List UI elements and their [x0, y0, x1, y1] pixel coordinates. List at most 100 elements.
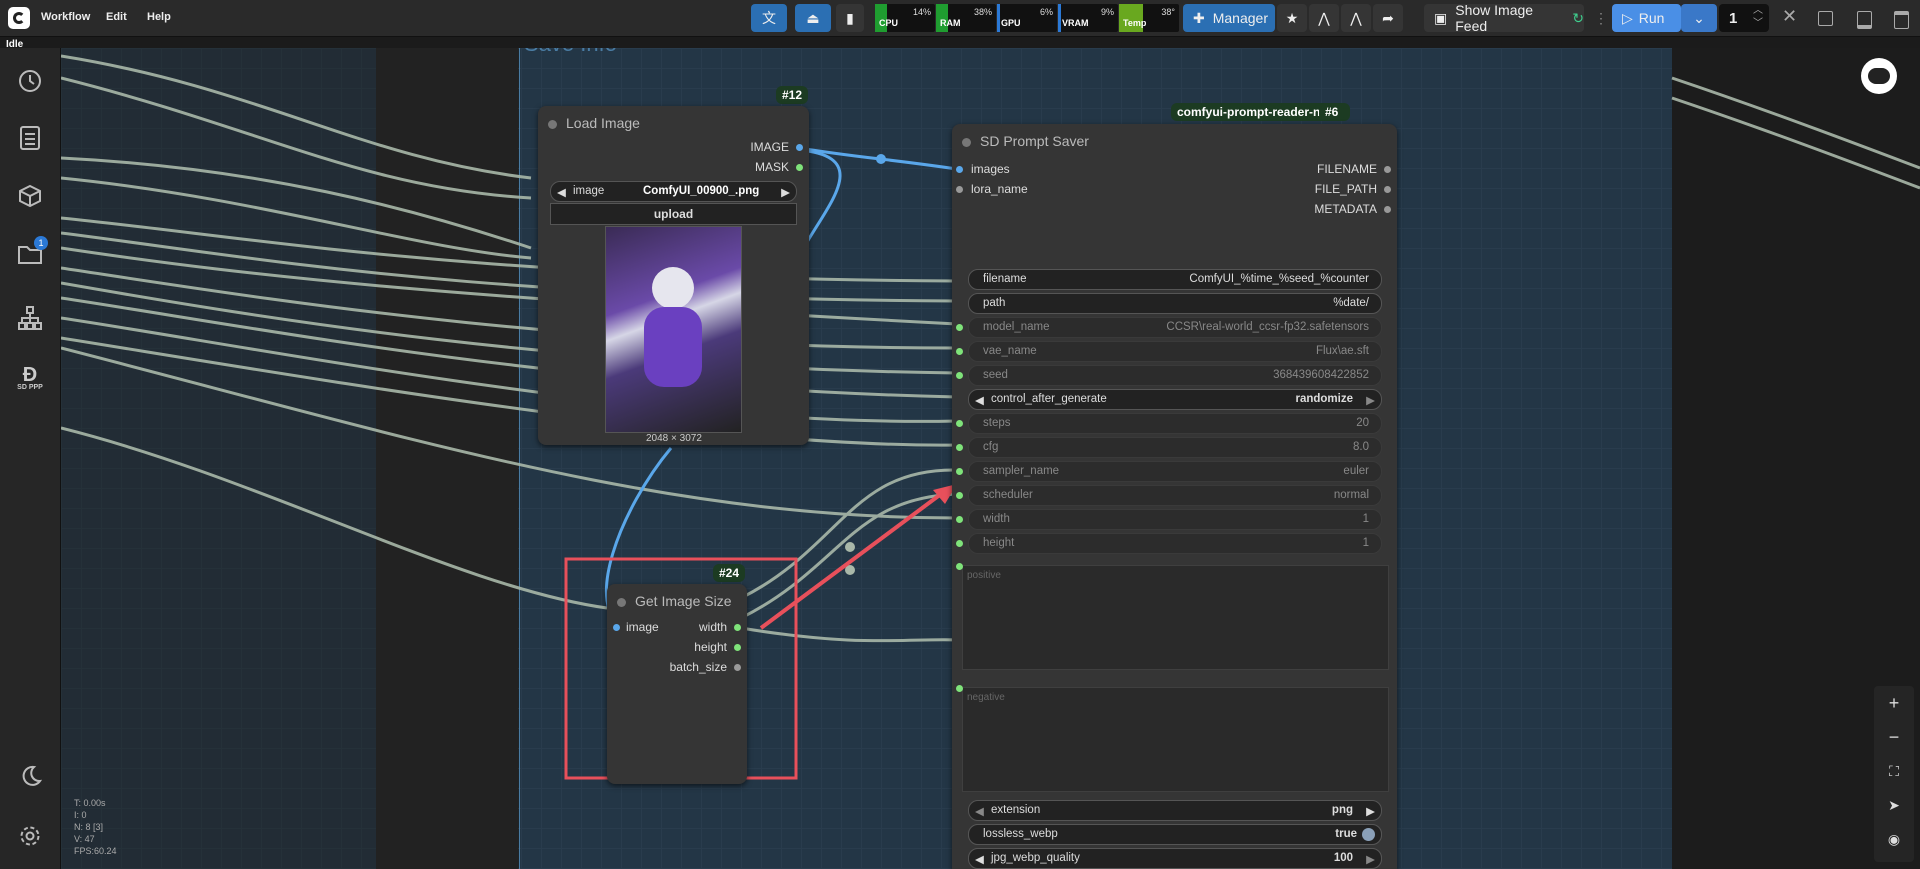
theme-toggle-icon[interactable]	[14, 760, 46, 792]
input-width-port[interactable]	[956, 516, 963, 523]
input-sampler-name-port[interactable]	[956, 468, 963, 475]
menu-edit[interactable]: Edit	[106, 11, 127, 23]
input-steps-port[interactable]	[956, 420, 963, 427]
output-filename-port[interactable]	[1384, 166, 1391, 173]
upload-button[interactable]: upload	[550, 203, 797, 225]
node-sd-prompt-saver[interactable]: SD Prompt Saver images lora_name FILENAM…	[952, 124, 1397, 869]
widget-cfg[interactable]: cfg 8.0	[956, 437, 1382, 458]
node-get-image-size[interactable]: Get Image Size image width height batch_…	[607, 584, 747, 784]
input-model-name-port[interactable]	[956, 324, 963, 331]
stepper-arrows-icon[interactable]: ︿ ﹀	[1753, 4, 1763, 30]
chevron-right-icon[interactable]: ▶	[1366, 852, 1375, 866]
manager-button[interactable]: ✚ Manager	[1183, 4, 1275, 32]
widget-control-after-generate[interactable]: ◀ control_after_generate randomize ▶	[968, 389, 1382, 410]
node-library-icon[interactable]	[14, 180, 46, 212]
negative-prompt-textarea[interactable]: negative	[956, 685, 1389, 792]
drag-handle-icon[interactable]: ⋮	[1594, 10, 1608, 27]
assistant-avatar-button[interactable]	[1861, 58, 1897, 94]
queue-count-stepper[interactable]: 1 ︿ ﹀	[1719, 4, 1769, 32]
graph-canvas[interactable]: Save Info	[61, 48, 1920, 869]
model-manager-button[interactable]: ⋀	[1341, 4, 1371, 32]
sdppp-button[interactable]: Ð SD PPP	[14, 362, 46, 394]
input-images-port[interactable]	[956, 166, 963, 173]
widget-scheduler[interactable]: scheduler normal	[956, 485, 1382, 506]
input-seed-port[interactable]	[956, 372, 963, 379]
image-selector-value: ComfyUI_00900_.png	[643, 185, 760, 197]
output-width-port[interactable]	[734, 624, 741, 631]
widget-vae-name[interactable]: vae_name Flux\ae.sft	[956, 341, 1382, 362]
input-height-port[interactable]	[956, 540, 963, 547]
widget-height[interactable]: height 1	[956, 533, 1382, 554]
model-library-icon[interactable]	[14, 302, 46, 334]
model-button[interactable]: ⋀	[1309, 4, 1339, 32]
node-title[interactable]: Get Image Size	[635, 593, 732, 609]
widget-path[interactable]: path %date/	[968, 293, 1382, 314]
input-negative-port[interactable]	[956, 685, 963, 692]
toggle-knob[interactable]	[1362, 828, 1375, 841]
output-mask-port[interactable]	[796, 164, 803, 171]
settings-gear-icon[interactable]	[14, 820, 46, 852]
node-title[interactable]: SD Prompt Saver	[980, 133, 1089, 149]
node-collapse-dot[interactable]	[617, 598, 626, 607]
output-height-port[interactable]	[734, 644, 741, 651]
focus-mode-icon[interactable]	[1818, 11, 1833, 26]
run-button[interactable]: ▷ Run	[1612, 4, 1681, 32]
widget-extension[interactable]: ◀ extension png ▶	[968, 800, 1382, 821]
clear-queue-icon[interactable]: ✕	[1782, 6, 1797, 27]
widget-lossless-webp[interactable]: lossless_webp true	[968, 824, 1382, 845]
chevron-left-icon[interactable]: ◀	[975, 852, 984, 866]
widget-seed[interactable]: seed 368439608422852	[956, 365, 1382, 386]
input-cfg-port[interactable]	[956, 444, 963, 451]
input-scheduler-port[interactable]	[956, 492, 963, 499]
image-selector[interactable]: ◀ image ComfyUI_00900_.png ▶	[550, 181, 797, 202]
bookmark-button[interactable]: ▮	[836, 4, 864, 32]
chevron-left-icon[interactable]: ◀	[557, 185, 566, 199]
output-image-port[interactable]	[796, 144, 803, 151]
history-icon[interactable]	[14, 65, 46, 97]
node-collapse-dot[interactable]	[548, 120, 557, 129]
crystools-button[interactable]: ⏏	[795, 4, 831, 32]
widget-steps[interactable]: steps 20	[956, 413, 1382, 434]
chevron-right-icon[interactable]: ▶	[781, 185, 790, 199]
node-title[interactable]: Load Image	[566, 115, 640, 131]
show-image-feed-button[interactable]: ▣ Show Image Feed ↻	[1424, 2, 1584, 34]
zoom-in-icon[interactable]: +	[1874, 686, 1914, 720]
positive-prompt-textarea[interactable]: positive	[956, 563, 1389, 670]
input-positive-port[interactable]	[956, 563, 963, 570]
menu-workflow[interactable]: Workflow	[41, 11, 90, 23]
zoom-out-icon[interactable]: −	[1874, 720, 1914, 754]
queue-icon[interactable]	[14, 122, 46, 154]
node-collapse-dot[interactable]	[962, 138, 971, 147]
chevron-right-icon[interactable]: ▶	[1366, 393, 1375, 407]
comfyui-logo-icon[interactable]	[8, 7, 30, 29]
run-options-button[interactable]: ⌄	[1681, 4, 1717, 32]
menu-help[interactable]: Help	[147, 11, 171, 23]
output-metadata-port[interactable]	[1384, 206, 1391, 213]
output-file-path-port[interactable]	[1384, 186, 1391, 193]
input-vae-name-port[interactable]	[956, 348, 963, 355]
widget-sampler-name[interactable]: sampler_name euler	[956, 461, 1382, 482]
input-lora-name-port[interactable]	[956, 186, 963, 193]
input-image-port[interactable]	[613, 624, 620, 631]
output-batch-size-port[interactable]	[734, 664, 741, 671]
panel-toggle-icon[interactable]	[1894, 11, 1909, 29]
share-button[interactable]: ➦	[1373, 4, 1403, 32]
widget-path-label: path	[983, 297, 1006, 309]
pan-mode-icon[interactable]: ➤	[1874, 788, 1914, 822]
translate-button[interactable]: 文	[751, 4, 787, 32]
favorites-button[interactable]: ★	[1277, 4, 1307, 32]
node-load-image[interactable]: Load Image IMAGE MASK ◀ image ComfyUI_00…	[538, 106, 809, 445]
widget-width[interactable]: width 1	[956, 509, 1382, 530]
chevron-right-icon[interactable]: ▶	[1366, 804, 1375, 818]
widget-jpg-webp-quality[interactable]: ◀ jpg_webp_quality 100 ▶	[968, 848, 1382, 869]
widget-filename[interactable]: filename ComfyUI_%time_%seed_%counter	[968, 269, 1382, 290]
widget-model-name[interactable]: model_name CCSR\real-world_ccsr-fp32.saf…	[956, 317, 1382, 338]
output-file-path-label: FILE_PATH	[1314, 182, 1377, 196]
bottom-panel-icon[interactable]	[1857, 11, 1872, 29]
fit-view-icon[interactable]: ⛶	[1874, 754, 1914, 788]
chevron-left-icon[interactable]: ◀	[975, 393, 984, 407]
chevron-left-icon[interactable]: ◀	[975, 804, 984, 818]
workflows-folder-icon[interactable]: 1	[14, 236, 48, 270]
ram-monitor: RAM 38%	[936, 4, 996, 32]
toggle-links-eye-icon[interactable]: ◉	[1874, 822, 1914, 856]
